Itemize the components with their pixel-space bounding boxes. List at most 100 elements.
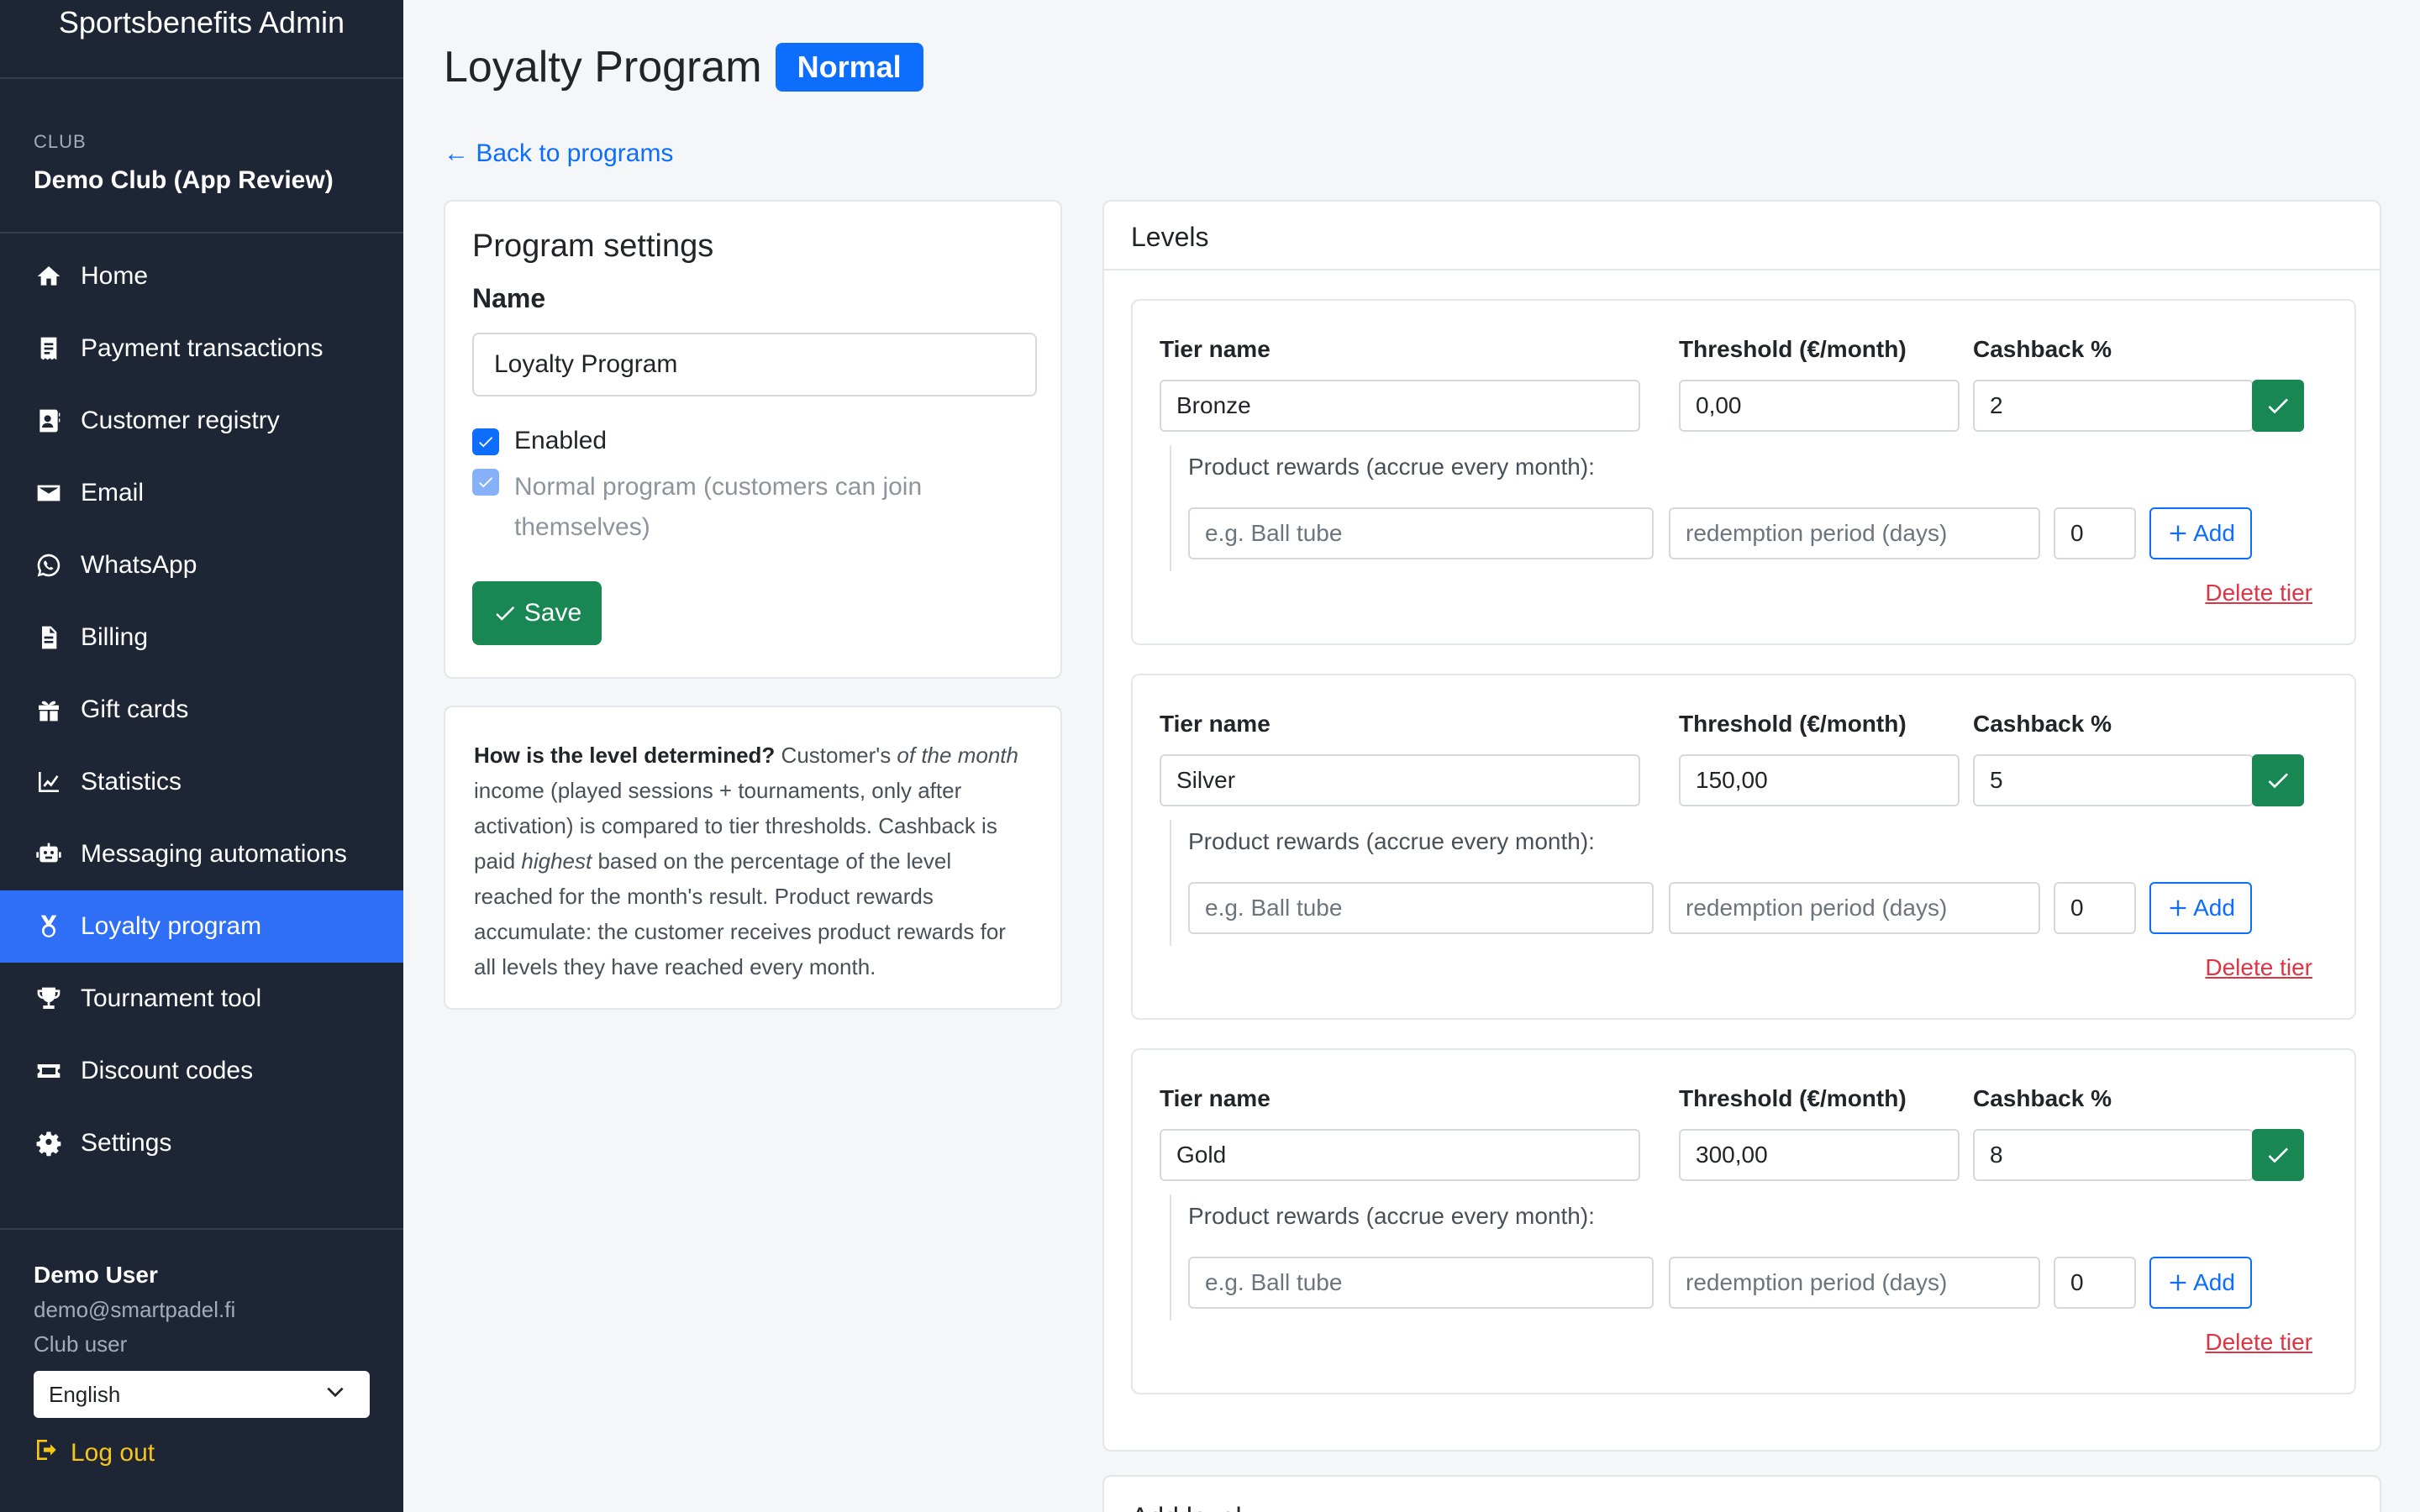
tier-card: Tier name Threshold (€/month) Cashback %… — [1131, 299, 2356, 645]
normal-program-checkbox — [472, 469, 499, 496]
redemption-period-input[interactable]: redemption period (days) — [1669, 1257, 2040, 1309]
checkmark-icon — [479, 437, 493, 448]
sidebar-item-settings[interactable]: Settings — [0, 1107, 403, 1179]
sidebar-item-label: Loyalty program — [81, 912, 262, 940]
program-name-input[interactable]: Loyalty Program — [472, 333, 1037, 396]
robot-icon — [34, 839, 64, 869]
language-select[interactable]: English — [34, 1371, 370, 1418]
add-reward-button[interactable]: Add — [2149, 882, 2252, 934]
user-role: Club user — [34, 1331, 128, 1357]
product-rewards-label: Product rewards (accrue every month): — [1188, 1203, 1595, 1229]
checkmark-icon — [2268, 1147, 2288, 1163]
tier-name-input[interactable]: Bronze — [1160, 380, 1640, 432]
checkmark-icon — [496, 606, 515, 621]
delete-tier-link[interactable]: Delete tier — [2205, 954, 2312, 981]
tier-name-input[interactable]: Gold — [1160, 1129, 1640, 1181]
sidebar-item-label: Settings — [81, 1129, 172, 1157]
confirm-tier-button[interactable] — [2252, 754, 2304, 806]
info-emphasis-1: of the month — [897, 743, 1018, 768]
sidebar-item-label: Billing — [81, 623, 149, 651]
chevron-down-icon — [324, 1381, 346, 1409]
add-level-card: Add level — [1102, 1475, 2381, 1512]
confirm-tier-button[interactable] — [2252, 1129, 2304, 1181]
product-name-input[interactable]: e.g. Ball tube — [1188, 507, 1654, 559]
tier-name-label: Tier name — [1160, 711, 1270, 737]
sidebar-item-payment-transactions[interactable]: Payment transactions — [0, 312, 403, 385]
sidebar-item-billing[interactable]: Billing — [0, 601, 403, 674]
add-label: Add — [2193, 520, 2235, 546]
tier-name-input[interactable]: Silver — [1160, 754, 1640, 806]
enabled-checkbox[interactable] — [472, 428, 499, 455]
product-name-input[interactable]: e.g. Ball tube — [1188, 882, 1654, 934]
club-box: CLUB Demo Club (App Review) — [0, 79, 403, 234]
levels-card: Levels Tier name Threshold (€/month) Cas… — [1102, 200, 2381, 1452]
redemption-period-input[interactable]: redemption period (days) — [1669, 507, 2040, 559]
product-name-input[interactable]: e.g. Ball tube — [1188, 1257, 1654, 1309]
contact-book-icon — [34, 406, 64, 436]
cashback-input[interactable]: 2 — [1973, 380, 2254, 432]
sidebar-item-messaging-automations[interactable]: Messaging automations — [0, 818, 403, 890]
delete-tier-link[interactable]: Delete tier — [2205, 1329, 2312, 1356]
sidebar-item-label: Tournament tool — [81, 984, 262, 1012]
threshold-input[interactable]: 150,00 — [1679, 754, 1960, 806]
page-header: Loyalty Program Normal — [444, 42, 923, 92]
threshold-input[interactable]: 0,00 — [1679, 380, 1960, 432]
product-rewards: Product rewards (accrue every month): e.… — [1170, 445, 2329, 571]
sidebar: Sportsbenefits Admin CLUB Demo Club (App… — [0, 0, 403, 1512]
cashback-input[interactable]: 8 — [1973, 1129, 2254, 1181]
program-type-badge: Normal — [775, 43, 923, 92]
sidebar-item-customer-registry[interactable]: Customer registry — [0, 385, 403, 457]
enabled-row: Enabled — [472, 427, 1034, 455]
document-icon — [34, 622, 64, 653]
cashback-input[interactable]: 5 — [1973, 754, 2254, 806]
name-label: Name — [472, 283, 546, 313]
sidebar-item-label: Messaging automations — [81, 840, 347, 868]
save-button[interactable]: Save — [472, 581, 602, 645]
cashback-label: Cashback % — [1973, 336, 2112, 362]
sidebar-item-discount-codes[interactable]: Discount codes — [0, 1035, 403, 1107]
save-label: Save — [523, 599, 582, 627]
redemption-period-input[interactable]: redemption period (days) — [1669, 882, 2040, 934]
sidebar-item-loyalty-program[interactable]: Loyalty program — [0, 890, 403, 963]
program-settings-card: Program settings Name Loyalty Program En… — [444, 200, 1062, 679]
user-name: Demo User — [34, 1262, 158, 1288]
sidebar-item-label: Payment transactions — [81, 334, 324, 362]
threshold-input[interactable]: 300,00 — [1679, 1129, 1960, 1181]
threshold-label: Threshold (€/month) — [1679, 1085, 1907, 1111]
enabled-label: Enabled — [514, 427, 608, 454]
add-reward-button[interactable]: Add — [2149, 1257, 2252, 1309]
confirm-tier-button[interactable] — [2252, 380, 2304, 432]
logout-label: Log out — [71, 1439, 155, 1467]
checkmark-icon — [479, 477, 493, 488]
product-rewards-label: Product rewards (accrue every month): — [1188, 828, 1595, 854]
normal-program-row: Normal program (customers can join thems… — [472, 467, 1034, 548]
product-rewards-label: Product rewards (accrue every month): — [1188, 454, 1595, 480]
medal-icon — [34, 911, 64, 942]
delete-tier-link[interactable]: Delete tier — [2205, 580, 2312, 606]
back-to-programs-link[interactable]: ← Back to programs — [444, 139, 673, 168]
cashback-label: Cashback % — [1973, 711, 2112, 737]
product-rewards: Product rewards (accrue every month): e.… — [1170, 820, 2329, 946]
home-icon — [34, 261, 64, 291]
quantity-input[interactable]: 0 — [2054, 507, 2136, 559]
sidebar-item-statistics[interactable]: Statistics — [0, 746, 403, 818]
sidebar-nav: Home Payment transactions Customer regis… — [0, 240, 403, 1179]
tier-card: Tier name Threshold (€/month) Cashback %… — [1131, 1048, 2356, 1394]
sidebar-item-tournament-tool[interactable]: Tournament tool — [0, 963, 403, 1035]
quantity-input[interactable]: 0 — [2054, 1257, 2136, 1309]
logout-link[interactable]: Log out — [34, 1436, 403, 1470]
sidebar-item-email[interactable]: Email — [0, 457, 403, 529]
sidebar-item-gift-cards[interactable]: Gift cards — [0, 674, 403, 746]
info-text-1: Customer's — [775, 743, 897, 768]
info-question: How is the level determined? — [474, 743, 776, 768]
sidebar-item-label: Customer registry — [81, 407, 280, 434]
sidebar-item-label: WhatsApp — [81, 551, 197, 579]
program-settings-heading: Program settings — [472, 228, 714, 264]
page-title: Loyalty Program — [444, 43, 762, 92]
add-reward-button[interactable]: Add — [2149, 507, 2252, 559]
language-value: English — [49, 1381, 121, 1407]
sidebar-item-whatsapp[interactable]: WhatsApp — [0, 529, 403, 601]
quantity-input[interactable]: 0 — [2054, 882, 2136, 934]
sidebar-item-home[interactable]: Home — [0, 240, 403, 312]
cashback-label: Cashback % — [1973, 1085, 2112, 1111]
